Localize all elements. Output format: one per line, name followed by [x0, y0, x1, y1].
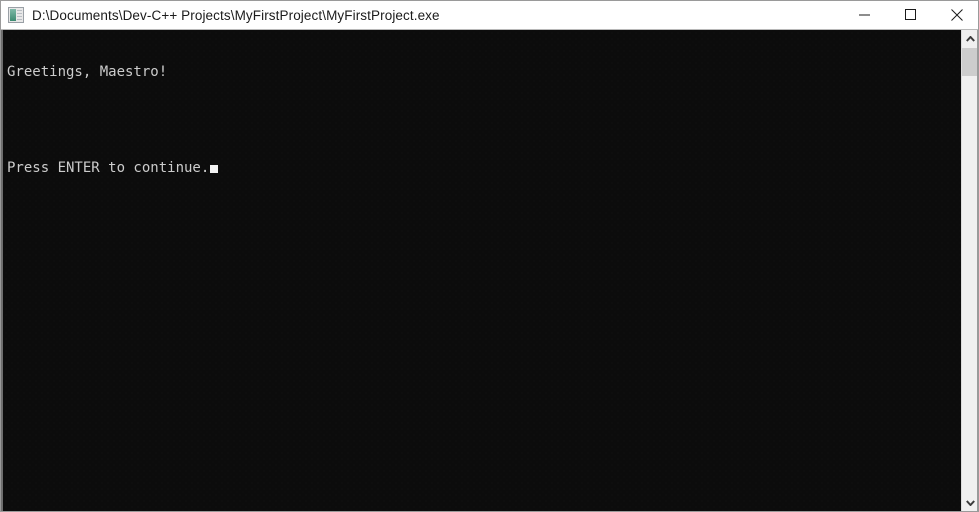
app-icon-line: [17, 19, 22, 20]
console-output-area[interactable]: Greetings, Maestro! Press ENTER to conti…: [1, 30, 978, 511]
title-bar[interactable]: D:\Documents\Dev-C++ Projects\MyFirstPro…: [1, 1, 978, 30]
chevron-up-icon: [965, 36, 975, 42]
scrollbar-track[interactable]: [962, 48, 978, 494]
text-cursor: [210, 165, 219, 173]
window-right-border: [977, 30, 978, 511]
console-window: D:\Documents\Dev-C++ Projects\MyFirstPro…: [0, 0, 979, 512]
minimize-button[interactable]: [842, 1, 888, 29]
maximize-button[interactable]: [888, 1, 934, 29]
minimize-icon: [859, 9, 871, 21]
app-icon-line: [17, 10, 22, 11]
window-title: D:\Documents\Dev-C++ Projects\MyFirstPro…: [32, 7, 440, 23]
console-text-buffer: Greetings, Maestro! Press ENTER to conti…: [7, 32, 956, 208]
console-line-prompt-text: Press ENTER to continue.: [7, 160, 210, 176]
maximize-icon: [905, 9, 917, 21]
close-icon: [951, 9, 963, 21]
scroll-down-button[interactable]: [962, 494, 978, 511]
app-icon-line: [17, 13, 22, 14]
chevron-down-icon: [965, 500, 975, 506]
close-button[interactable]: [934, 1, 978, 29]
console-line-blank: [7, 112, 956, 128]
vertical-scrollbar[interactable]: [961, 30, 978, 511]
scroll-up-button[interactable]: [962, 30, 978, 48]
app-icon-accent: [10, 9, 16, 21]
console-app-icon: [8, 7, 24, 23]
scrollbar-thumb[interactable]: [962, 48, 978, 76]
console-line-prompt: Press ENTER to continue.: [7, 160, 956, 176]
app-icon-line: [17, 16, 22, 17]
console-line: Greetings, Maestro!: [7, 64, 168, 80]
